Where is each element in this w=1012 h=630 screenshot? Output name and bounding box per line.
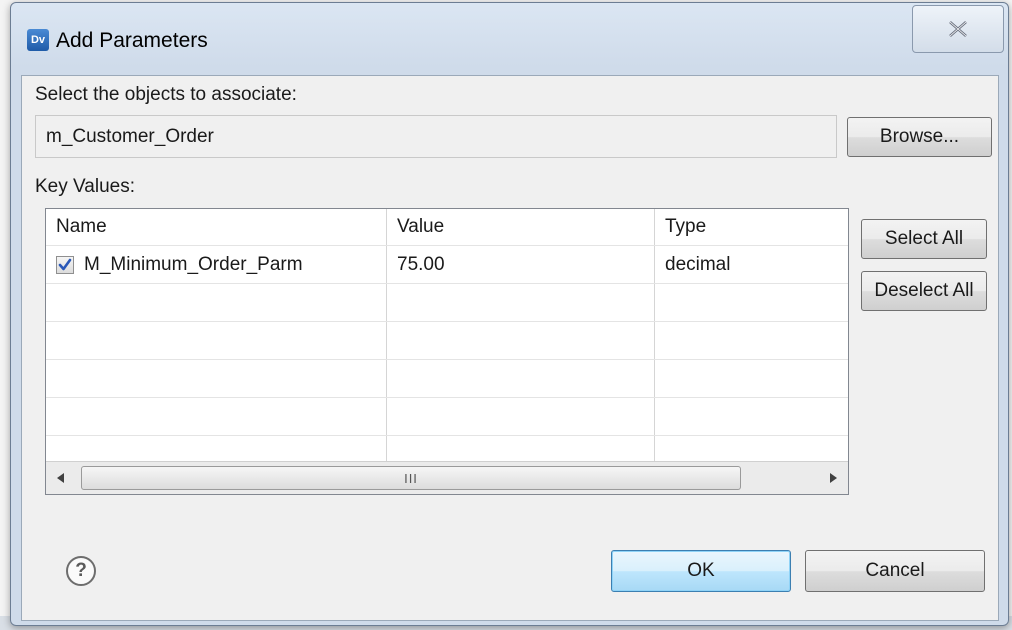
title-bar: Dv Add Parameters [11, 3, 1008, 71]
empty-row [46, 359, 848, 397]
parameter-type: decimal [665, 253, 731, 275]
key-values-label: Key Values: [35, 176, 135, 197]
row-name-cell: M_Minimum_Order_Parm [46, 246, 387, 283]
close-button[interactable] [912, 5, 1004, 53]
ok-button[interactable]: OK [611, 550, 791, 592]
parameter-value[interactable]: 75.00 [387, 246, 655, 283]
horizontal-scrollbar[interactable]: III [46, 461, 848, 494]
scroll-left-button[interactable] [46, 462, 76, 494]
close-icon [949, 21, 967, 37]
table-header: Name Value Type [46, 209, 848, 245]
parameter-name: M_Minimum_Order_Parm [84, 253, 303, 275]
object-field[interactable]: m_Customer_Order [35, 115, 837, 158]
app-icon: Dv [27, 29, 49, 51]
scroll-right-icon [830, 473, 837, 483]
select-objects-label: Select the objects to associate: [35, 84, 297, 105]
table-row[interactable]: M_Minimum_Order_Parm 75.00 decimal [46, 245, 848, 283]
scroll-thumb[interactable]: III [81, 466, 741, 490]
column-header-type[interactable]: Type [655, 209, 848, 245]
empty-row [46, 321, 848, 359]
column-header-name[interactable]: Name [46, 209, 387, 245]
empty-row [46, 397, 848, 435]
column-header-value[interactable]: Value [387, 209, 655, 245]
add-parameters-dialog: Dv Add Parameters Select the objects to … [10, 2, 1009, 626]
empty-row [46, 283, 848, 321]
checkmark-icon [58, 258, 72, 270]
scroll-right-button[interactable] [818, 462, 848, 494]
key-values-table: Name Value Type M_Minimum_Order_Parm 75.… [45, 208, 849, 495]
scroll-left-icon [57, 473, 64, 483]
browse-button[interactable]: Browse... [847, 117, 992, 157]
deselect-all-button[interactable]: Deselect All [861, 271, 987, 311]
scroll-grip: III [404, 470, 418, 486]
dialog-content: Select the objects to associate: m_Custo… [21, 75, 999, 621]
dialog-title: Add Parameters [56, 29, 208, 52]
row-checkbox[interactable] [56, 255, 74, 274]
help-icon[interactable]: ? [66, 556, 96, 586]
select-all-button[interactable]: Select All [861, 219, 987, 259]
cancel-button[interactable]: Cancel [805, 550, 985, 592]
